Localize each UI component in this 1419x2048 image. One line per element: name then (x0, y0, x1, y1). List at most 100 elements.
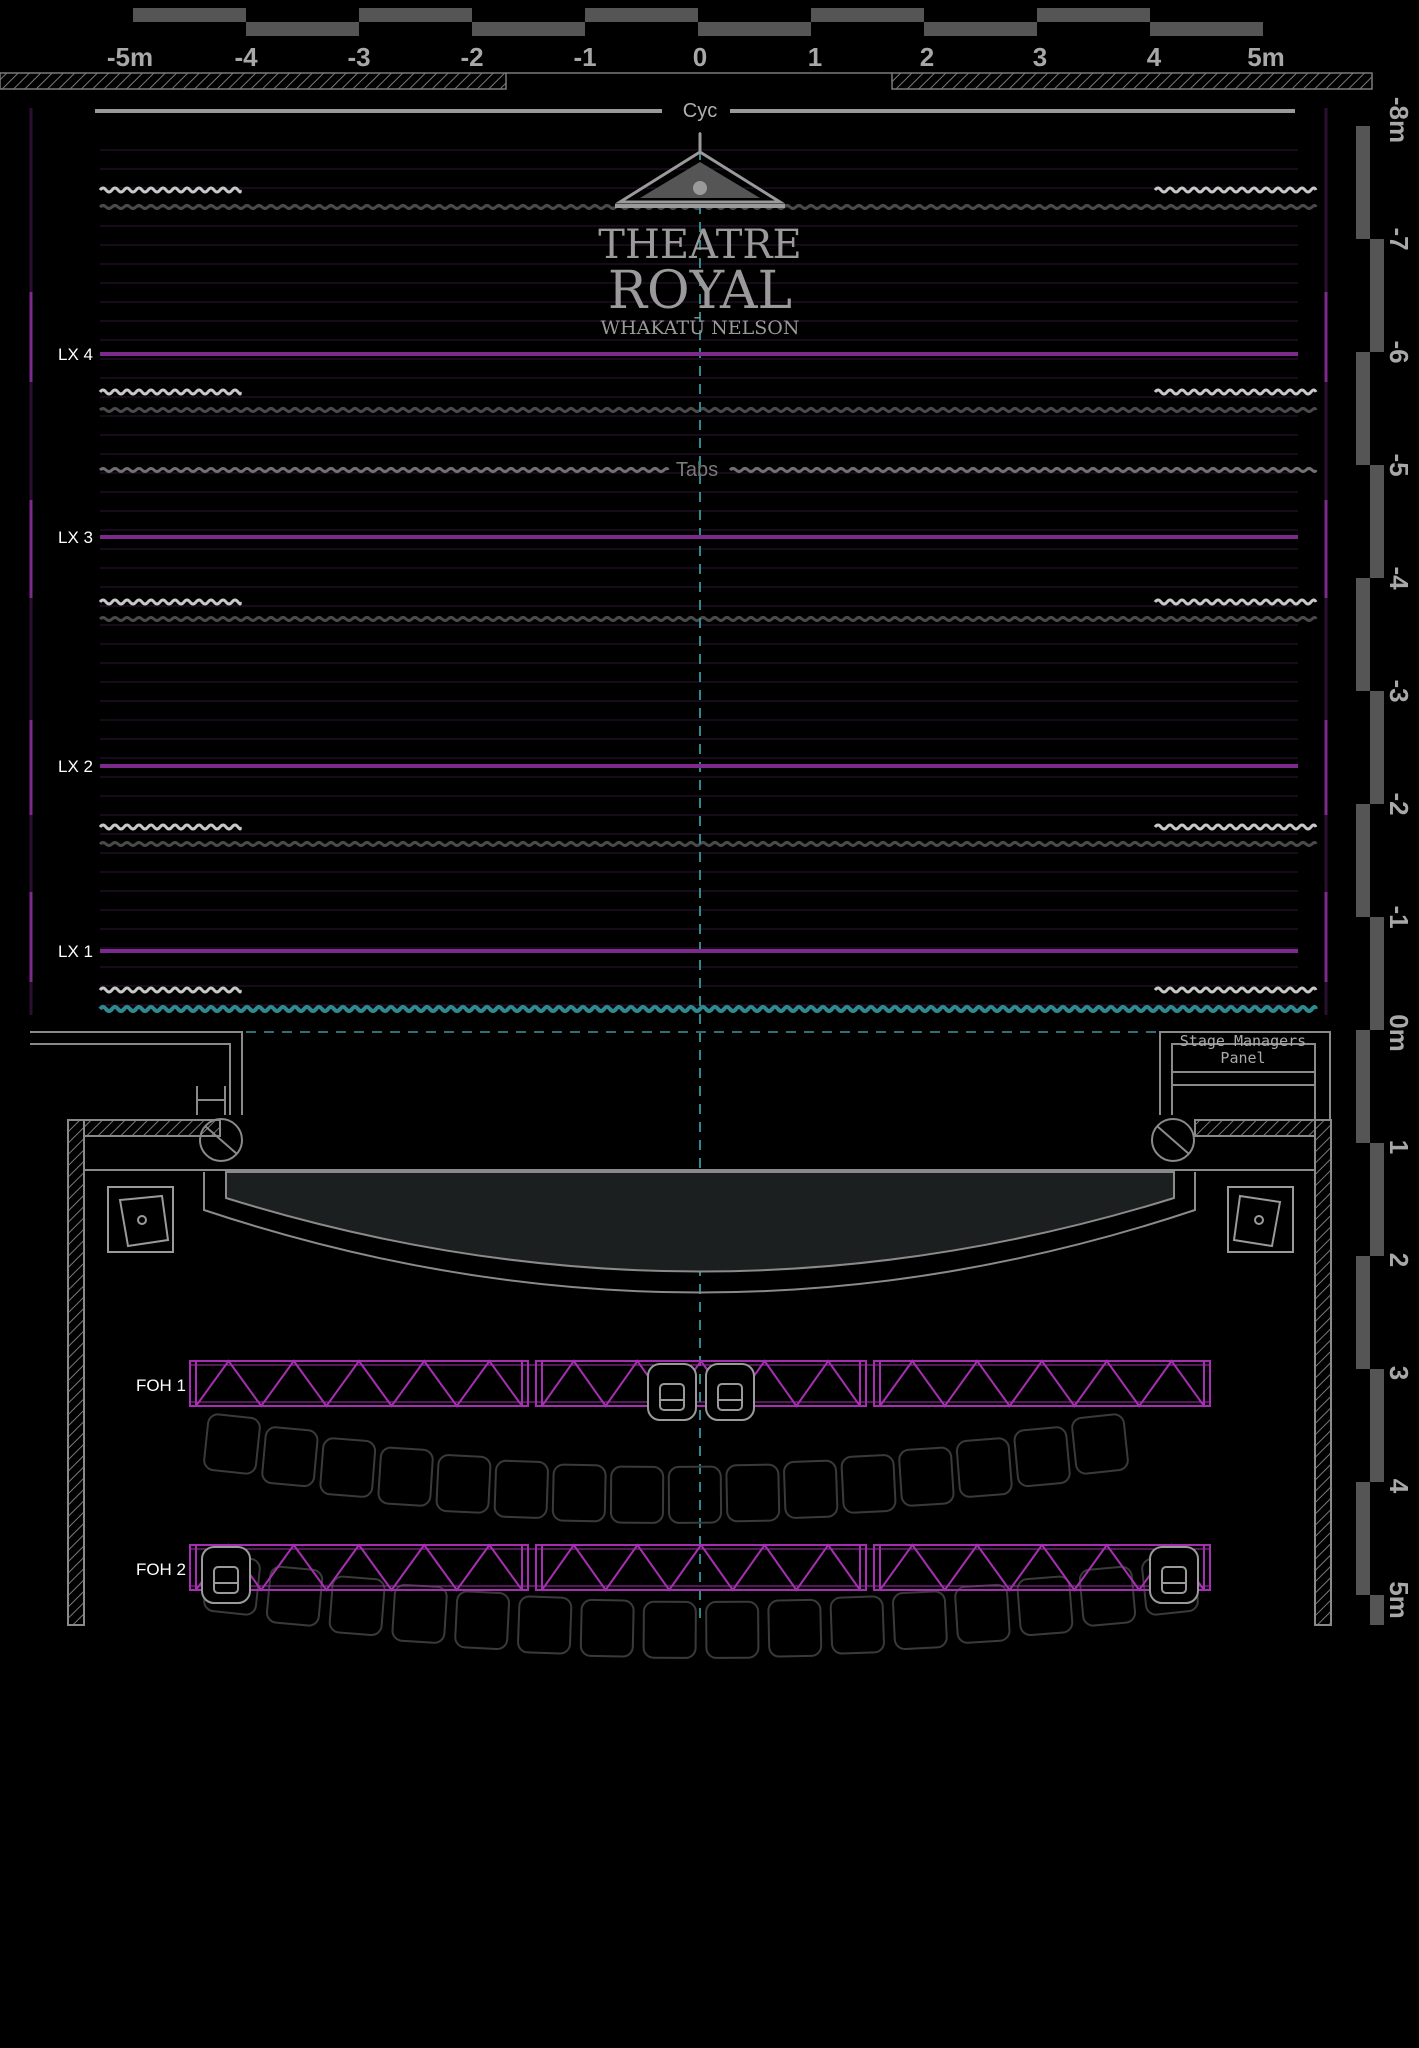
seat (319, 1437, 377, 1498)
truss-lacing (541, 1543, 861, 1592)
scale-top-label: 5m (1247, 42, 1285, 72)
foh-label: FOH 2 (136, 1560, 186, 1579)
logo-line2: ROYAL (608, 261, 792, 321)
seat (725, 1463, 781, 1523)
side-scale: -8m -7 -6 -5 -4 -3 -2 -1 0m 1 2 3 4 5m (1356, 97, 1414, 1625)
curtain (1153, 388, 1318, 396)
scale-side-label: 2 (1384, 1253, 1414, 1267)
scale-side-label: 5m (1384, 1581, 1414, 1619)
scale-side-label: -1 (1384, 905, 1414, 928)
seat (892, 1590, 948, 1650)
foh-label: FOH 1 (136, 1376, 186, 1395)
cyc-label: Cyc (683, 100, 717, 122)
lx-bars: LX 4 LX 3 LX 2 LX 1 (58, 345, 1298, 961)
back-wall (0, 72, 1373, 90)
lighting-fixture (201, 1546, 251, 1604)
scale-top-label: -5m (107, 42, 153, 72)
scale-top-label: -1 (573, 42, 596, 72)
stage-managers-panel: Stage Managers Panel (1180, 1032, 1306, 1067)
curtain (98, 841, 1318, 847)
scale-top-label: 0 (693, 42, 707, 72)
scale-side-label: -6 (1384, 340, 1414, 363)
top-scale: -5m -4 -3 -2 -1 0 1 2 3 4 5m (107, 8, 1285, 72)
tabs-label: Tabs (676, 459, 718, 481)
scale-top-label: 2 (920, 42, 934, 72)
seat (1071, 1413, 1129, 1475)
stage-plan: -5m -4 -3 -2 -1 0 1 2 3 4 5m -8m -7 -6 -… (0, 8, 1414, 1659)
curtain (98, 407, 1318, 413)
auditorium-walls (30, 1031, 1332, 1626)
lx-bar-label: LX 3 (58, 528, 93, 547)
seat (454, 1590, 510, 1650)
truss-lacing (195, 1359, 523, 1408)
scale-top-label: -4 (234, 42, 258, 72)
seat (642, 1600, 697, 1659)
truss-segment (535, 1544, 867, 1591)
curtain (1153, 823, 1318, 831)
curtain (98, 986, 242, 994)
lx-bar-label: LX 1 (58, 942, 93, 961)
seat (328, 1575, 386, 1636)
scale-side-label: -8m (1384, 97, 1414, 143)
seat (1016, 1575, 1074, 1636)
scale-top-label: 1 (808, 42, 822, 72)
curtain (98, 823, 242, 831)
curtain (1153, 598, 1318, 606)
scale-side-label: -3 (1384, 679, 1414, 702)
scale-side-label: -5 (1384, 453, 1414, 476)
scale-top-label: -3 (347, 42, 370, 72)
seat (767, 1598, 823, 1658)
curtain (98, 388, 242, 396)
curtain (1153, 986, 1318, 994)
scale-top-label: -2 (460, 42, 483, 72)
speaker-left (107, 1186, 174, 1253)
scale-side-label: -4 (1384, 566, 1414, 590)
smp-line2: Panel (1220, 1049, 1265, 1067)
scale-side-label: 3 (1384, 1366, 1414, 1380)
seat (829, 1595, 885, 1655)
scale-side-label: -2 (1384, 792, 1414, 815)
logo-line3: WHAKATŪ NELSON (601, 316, 800, 339)
seat (493, 1459, 549, 1519)
seat (551, 1463, 607, 1523)
seat (377, 1446, 434, 1507)
cyc: Cyc (95, 100, 1295, 122)
seat (1013, 1426, 1071, 1488)
theatre-logo: THEATRE ROYAL WHAKATŪ NELSON (598, 133, 802, 339)
lighting-fixture (705, 1363, 755, 1421)
truss-lacing (879, 1359, 1205, 1408)
scale-top-label: 4 (1147, 42, 1162, 72)
seat (667, 1465, 723, 1524)
seat (517, 1595, 573, 1655)
curtain (98, 616, 1318, 622)
scale-side-label: 0m (1384, 1014, 1414, 1052)
curtain (728, 467, 1318, 473)
truss-segment (189, 1360, 529, 1407)
truss-segment (873, 1360, 1211, 1407)
seat (840, 1454, 897, 1514)
speaker-right (1227, 1186, 1294, 1253)
curtain (98, 598, 242, 606)
seat (954, 1583, 1011, 1644)
seat (391, 1583, 448, 1644)
seat (579, 1598, 635, 1658)
curtain (98, 467, 670, 473)
scale-side-label: 1 (1384, 1140, 1414, 1154)
curtain (98, 1005, 1318, 1013)
smp-line1: Stage Managers (1180, 1032, 1306, 1050)
seat (203, 1413, 261, 1475)
scale-top-label: 3 (1033, 42, 1047, 72)
lighting-fixture (1149, 1546, 1199, 1604)
seat (435, 1454, 492, 1514)
lighting-fixture (647, 1363, 697, 1421)
seat (609, 1465, 665, 1524)
seat (261, 1426, 319, 1488)
seat (955, 1437, 1013, 1498)
lx-bar-label: LX 2 (58, 757, 93, 776)
foh2-truss (189, 1543, 1211, 1592)
seat (783, 1459, 839, 1519)
scale-side-label: 4 (1384, 1479, 1414, 1494)
seat (705, 1600, 760, 1659)
scale-side-label: -7 (1384, 227, 1414, 250)
seat (898, 1446, 955, 1507)
